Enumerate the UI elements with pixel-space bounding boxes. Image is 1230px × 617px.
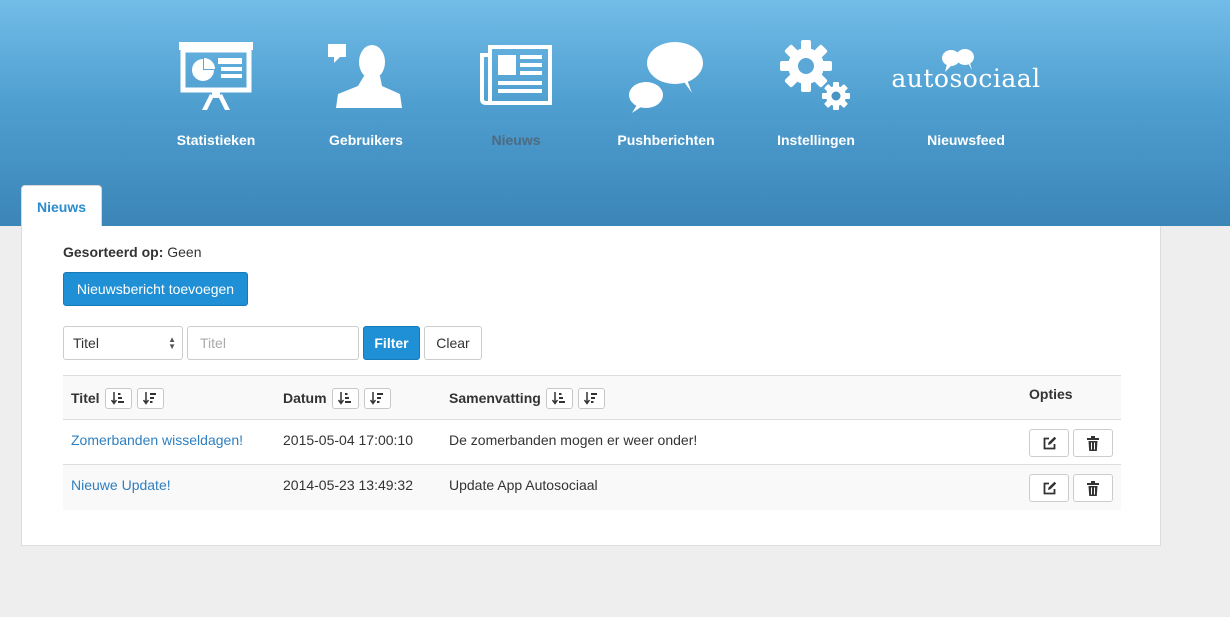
sort-ascending-icon [111, 391, 125, 405]
add-news-button[interactable]: Nieuwsbericht toevoegen [63, 272, 248, 306]
clear-button[interactable]: Clear [424, 326, 482, 360]
table-row: Zomerbanden wisseldagen! 2015-05-04 17:0… [63, 420, 1121, 465]
nav-item-instellingen[interactable]: Instellingen [741, 38, 891, 148]
sort-ascending-icon [552, 391, 566, 405]
nav-item-nieuwsfeed[interactable]: autosociaal Nieuwsfeed [891, 38, 1041, 148]
sort-ascending-button[interactable] [331, 387, 359, 409]
edit-icon [1043, 481, 1056, 494]
filter-button[interactable]: Filter [363, 326, 420, 360]
table-row: Nieuwe Update! 2014-05-23 13:49:32 Updat… [63, 465, 1121, 510]
nav-item-nieuws[interactable]: Nieuws [441, 38, 591, 148]
nav-label: Nieuws [491, 132, 541, 148]
table-header: Titel Datum Samenvatting Opties [63, 375, 1121, 420]
news-panel: Gesorteerd op: Geen Nieuwsbericht toevoe… [21, 226, 1161, 546]
autosociaal-logo: autosociaal [891, 38, 1041, 114]
presentation-chart-icon [141, 38, 291, 114]
edit-button[interactable] [1029, 429, 1069, 457]
filter-field-value: Titel [73, 335, 99, 351]
tab-nieuws[interactable]: Nieuws [21, 185, 102, 227]
delete-button[interactable] [1073, 474, 1113, 502]
news-title-link[interactable]: Nieuwe Update! [71, 477, 171, 493]
filter-input[interactable] [187, 326, 359, 360]
nav-label: Nieuwsfeed [927, 132, 1005, 148]
news-summary: De zomerbanden mogen er weer onder! [449, 432, 698, 448]
news-summary: Update App Autosociaal [449, 477, 598, 493]
gears-icon [741, 38, 891, 114]
nav-label: Instellingen [777, 132, 855, 148]
user-icon [291, 38, 441, 114]
sort-value: Geen [167, 244, 202, 260]
nav-item-gebruikers[interactable]: Gebruikers [291, 38, 441, 148]
column-header-samenvatting: Samenvatting [449, 376, 605, 420]
news-date: 2014-05-23 13:49:32 [283, 477, 413, 493]
filter-field-select[interactable]: Titel ▲ ▼ [63, 326, 183, 360]
sort-descending-icon [143, 391, 157, 405]
news-date: 2015-05-04 17:00:10 [283, 432, 413, 448]
sort-descending-button[interactable] [577, 387, 605, 409]
trash-icon [1087, 480, 1099, 496]
edit-icon [1043, 436, 1056, 449]
column-header-opties: Opties [1029, 372, 1073, 416]
edit-button[interactable] [1029, 474, 1069, 502]
nav-item-pushberichten[interactable]: Pushberichten [591, 38, 741, 148]
sort-descending-button[interactable] [363, 387, 391, 409]
sort-descending-button[interactable] [136, 387, 164, 409]
sort-descending-icon [370, 391, 384, 405]
delete-button[interactable] [1073, 429, 1113, 457]
top-navigation-bar: Statistieken Gebruikers Nieuws Pushberic… [0, 0, 1230, 226]
sort-label: Gesorteerd op: [63, 244, 164, 260]
brand-logo-text: autosociaal [891, 64, 1041, 93]
column-label: Datum [283, 390, 327, 406]
column-header-datum: Datum [283, 376, 391, 420]
newspaper-icon [441, 38, 591, 114]
nav-label: Pushberichten [617, 132, 715, 148]
sort-descending-icon [584, 391, 598, 405]
sort-status: Gesorteerd op: Geen [63, 244, 202, 260]
column-header-titel: Titel [71, 376, 164, 420]
nav-label: Statistieken [176, 132, 256, 148]
nav-label: Gebruikers [329, 132, 403, 148]
sort-ascending-button[interactable] [104, 387, 132, 409]
column-label: Opties [1029, 386, 1073, 402]
select-caret-icon: ▲ ▼ [168, 335, 176, 351]
news-title-link[interactable]: Zomerbanden wisseldagen! [71, 432, 243, 448]
speech-bubbles-icon [591, 38, 741, 114]
sort-ascending-icon [338, 391, 352, 405]
trash-icon [1087, 435, 1099, 451]
column-label: Samenvatting [449, 390, 541, 406]
column-label: Titel [71, 390, 100, 406]
news-table: Titel Datum Samenvatting Opties Zomerban… [63, 375, 1121, 510]
sort-ascending-button[interactable] [545, 387, 573, 409]
nav-item-statistieken[interactable]: Statistieken [141, 38, 291, 148]
